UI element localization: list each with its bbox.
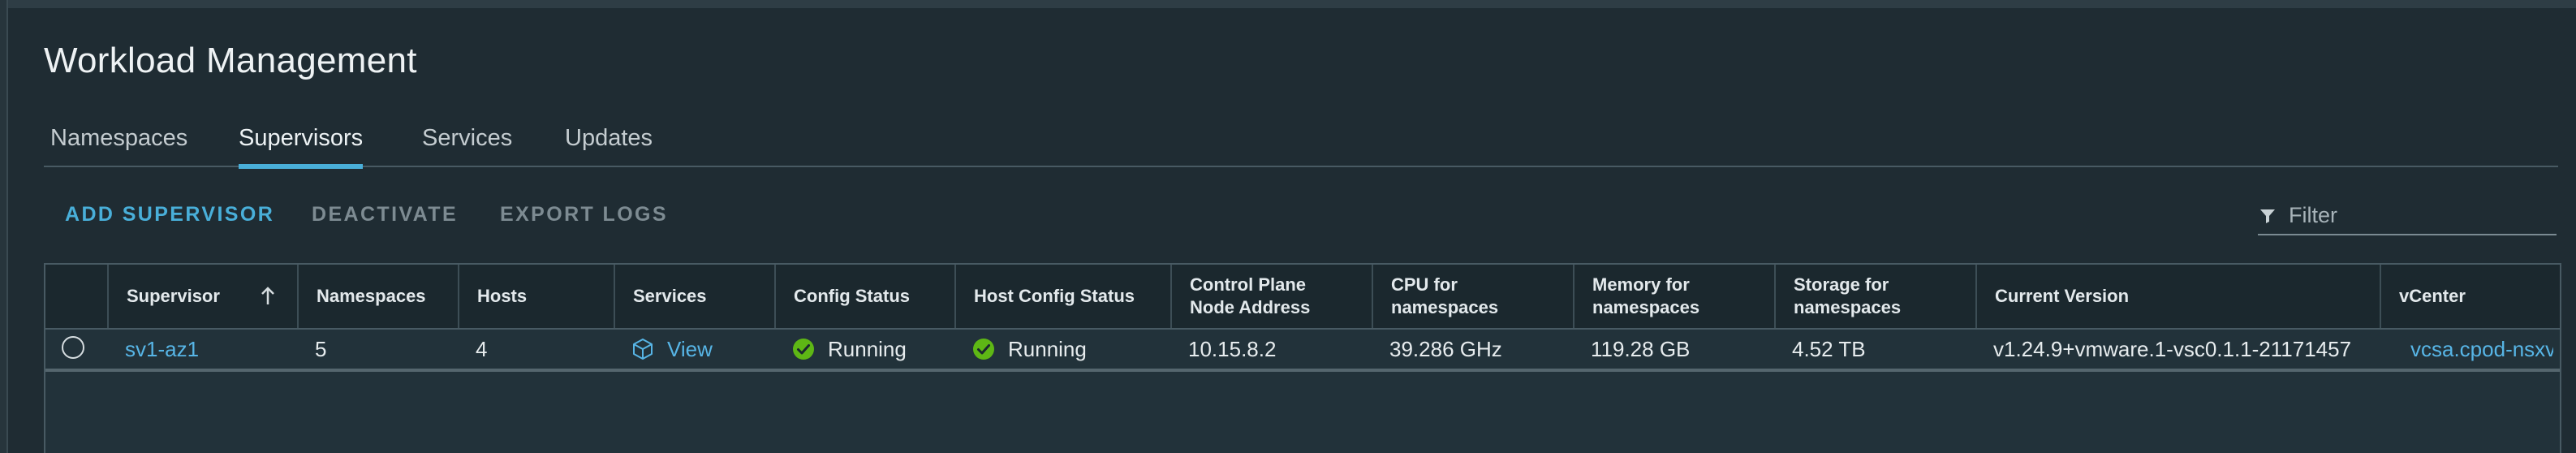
- supervisors-grid: Supervisor Namespaces Hosts Services Con…: [44, 263, 2561, 453]
- host-config-status-text: Running: [1008, 336, 1087, 361]
- check-circle-icon: [973, 339, 994, 360]
- column-header-label: Hosts: [477, 286, 528, 306]
- column-header-config-status[interactable]: Config Status: [774, 265, 954, 328]
- add-supervisor-button[interactable]: ADD SUPERVISOR: [65, 203, 274, 226]
- current-version: v1.24.9+vmware.1-vsc0.1.1-21171457: [1993, 336, 2352, 361]
- services-view-link[interactable]: View: [667, 337, 713, 362]
- column-header-services[interactable]: Services: [614, 265, 774, 328]
- namespaces-count: 5: [315, 336, 327, 361]
- grid-header: Supervisor Namespaces Hosts Services Con…: [45, 265, 2560, 330]
- column-header-hosts[interactable]: Hosts: [458, 265, 614, 328]
- left-panel-edge[interactable]: [0, 0, 8, 453]
- column-header-label: CPU for namespaces: [1391, 274, 1498, 319]
- config-status-cell: Running: [792, 330, 907, 369]
- check-circle-icon: [793, 339, 814, 360]
- column-header-label: Supervisor: [127, 286, 220, 306]
- column-header-line2: namespaces: [1592, 297, 1700, 317]
- vcenter-link[interactable]: vcsa.cpod-nsxv: [2410, 337, 2553, 362]
- tab-bar: Namespaces Supervisors Services Updates: [44, 122, 2558, 169]
- host-config-status-cell: Running: [972, 330, 1087, 369]
- tab-namespaces[interactable]: Namespaces: [50, 125, 187, 164]
- column-header-vcenter[interactable]: vCenter: [2380, 265, 2560, 328]
- page-title: Workload Management: [44, 41, 417, 80]
- column-header-control-plane-address[interactable]: Control Plane Node Address: [1170, 265, 1372, 328]
- column-header-line2: Node Address: [1190, 297, 1311, 317]
- filter-input[interactable]: [2287, 196, 2558, 234]
- table-row[interactable]: sv1-az1 5 4 View Running Running 10.15.8…: [45, 330, 2560, 372]
- cube-icon: [633, 339, 653, 360]
- row-select-radio[interactable]: [62, 336, 84, 359]
- column-header-label: Control Plane Node Address: [1190, 274, 1310, 319]
- filter-icon: [2260, 209, 2275, 223]
- cpu-value: 39.286 GHz: [1389, 336, 1502, 361]
- column-header-memory[interactable]: Memory for namespaces: [1573, 265, 1774, 328]
- column-header-label: Namespaces: [317, 286, 426, 306]
- column-header-cpu[interactable]: CPU for namespaces: [1372, 265, 1573, 328]
- column-header-line1: Memory for: [1592, 274, 1690, 295]
- column-header-label: Memory for namespaces: [1592, 274, 1699, 319]
- hosts-count: 4: [476, 336, 488, 361]
- column-header-label: Storage for namespaces: [1794, 274, 1901, 319]
- column-header-current-version[interactable]: Current Version: [1975, 265, 2380, 328]
- config-status-text: Running: [828, 336, 907, 361]
- column-header-label: vCenter: [2399, 286, 2466, 306]
- column-header-supervisor[interactable]: Supervisor: [107, 265, 297, 328]
- column-header-label: Host Config Status: [974, 286, 1135, 306]
- arrow-up-icon[interactable]: [260, 286, 276, 307]
- tab-updates[interactable]: Updates: [565, 125, 653, 164]
- column-header-host-config-status[interactable]: Host Config Status: [954, 265, 1170, 328]
- deactivate-button[interactable]: DEACTIVATE: [312, 203, 458, 226]
- memory-value: 119.28 GB: [1591, 336, 1691, 361]
- top-strip: [0, 0, 2576, 8]
- column-header-line1: CPU for: [1391, 274, 1458, 295]
- select-column-header: [45, 265, 107, 328]
- vcenter-cell: vcsa.cpod-nsxv: [2410, 330, 2553, 369]
- column-header-line2: namespaces: [1794, 297, 1902, 317]
- column-header-storage[interactable]: Storage for namespaces: [1774, 265, 1975, 328]
- column-header-label: Config Status: [794, 286, 910, 306]
- tab-services[interactable]: Services: [422, 125, 512, 164]
- storage-value: 4.52 TB: [1792, 336, 1866, 361]
- tab-supervisors[interactable]: Supervisors: [239, 125, 364, 169]
- filter-box: [2258, 196, 2558, 235]
- column-header-line1: Control Plane: [1190, 274, 1307, 295]
- export-logs-button[interactable]: EXPORT LOGS: [500, 203, 668, 226]
- column-header-label: Current Version: [1995, 286, 2130, 306]
- column-header-line2: namespaces: [1391, 297, 1499, 317]
- workload-management-page: Workload Management Namespaces Superviso…: [0, 0, 2576, 453]
- column-header-label: Services: [633, 286, 707, 306]
- supervisor-link[interactable]: sv1-az1: [125, 330, 199, 369]
- column-header-line1: Storage for: [1794, 274, 1889, 295]
- column-header-namespaces[interactable]: Namespaces: [297, 265, 458, 328]
- services-cell: View: [631, 330, 713, 369]
- control-plane-address: 10.15.8.2: [1188, 336, 1277, 361]
